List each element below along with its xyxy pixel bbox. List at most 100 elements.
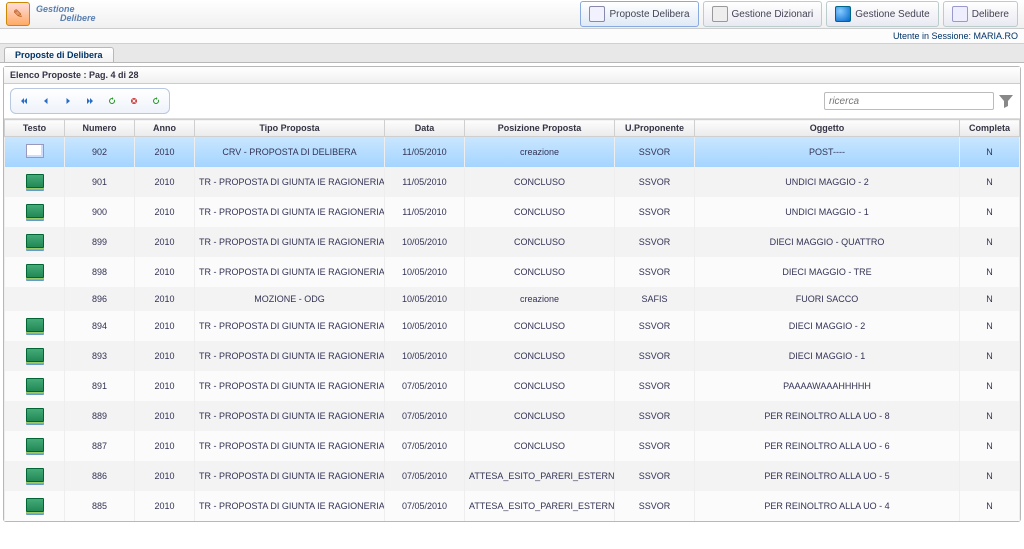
list-panel: Elenco Proposte : Pag. 4 di 28 Testo Num…: [3, 66, 1021, 522]
cell-numero: 887: [65, 431, 135, 461]
cell-oggetto: UNDICI MAGGIO - 2: [695, 167, 960, 197]
col-testo[interactable]: Testo: [5, 120, 65, 137]
cell-anno: 2010: [135, 167, 195, 197]
cell-posizione: creazione: [465, 287, 615, 311]
cell-completa: N: [960, 401, 1020, 431]
col-anno[interactable]: Anno: [135, 120, 195, 137]
cell-data: 11/05/2010: [385, 197, 465, 227]
cell-data: 07/05/2010: [385, 401, 465, 431]
refresh-button[interactable]: [102, 91, 122, 111]
book-stack-icon: [26, 204, 44, 218]
first-page-button[interactable]: [14, 91, 34, 111]
cell-anno: 2010: [135, 311, 195, 341]
cell-completa: N: [960, 197, 1020, 227]
nav-gestione-dizionari[interactable]: Gestione Dizionari: [703, 1, 823, 27]
col-proponente[interactable]: U.Proponente: [615, 120, 695, 137]
tab-strip: Proposte di Delibera: [0, 44, 1024, 63]
data-grid: Testo Numero Anno Tipo Proposta Data Pos…: [4, 119, 1020, 521]
table-row[interactable]: 8982010TR - PROPOSTA DI GIUNTA IE RAGION…: [5, 257, 1020, 287]
cell-tipo: TR - PROPOSTA DI GIUNTA IE RAGIONERIA: [195, 257, 385, 287]
cell-oggetto: UNDICI MAGGIO - 1: [695, 197, 960, 227]
cell-data: 11/05/2010: [385, 167, 465, 197]
cell-data: 10/05/2010: [385, 257, 465, 287]
table-row[interactable]: 8852010TR - PROPOSTA DI GIUNTA IE RAGION…: [5, 491, 1020, 521]
cell-testo: [5, 431, 65, 461]
cell-oggetto: DIECI MAGGIO - 1: [695, 341, 960, 371]
cell-numero: 891: [65, 371, 135, 401]
cell-anno: 2010: [135, 137, 195, 168]
cell-completa: N: [960, 287, 1020, 311]
tab-proposte[interactable]: Proposte di Delibera: [4, 47, 114, 62]
cell-anno: 2010: [135, 461, 195, 491]
cell-anno: 2010: [135, 431, 195, 461]
nav-proposte-delibera[interactable]: Proposte Delibera: [580, 1, 698, 27]
cell-numero: 893: [65, 341, 135, 371]
cell-proponente: SSVOR: [615, 167, 695, 197]
nav-delibere[interactable]: Delibere: [943, 1, 1018, 27]
nav-label: Gestione Dizionari: [732, 9, 814, 20]
cell-numero: 889: [65, 401, 135, 431]
table-row[interactable]: 8862010TR - PROPOSTA DI GIUNTA IE RAGION…: [5, 461, 1020, 491]
next-page-button[interactable]: [58, 91, 78, 111]
col-tipo[interactable]: Tipo Proposta: [195, 120, 385, 137]
cell-numero: 894: [65, 311, 135, 341]
cell-anno: 2010: [135, 341, 195, 371]
cell-posizione: CONCLUSO: [465, 371, 615, 401]
toolbar: [4, 84, 1020, 119]
cell-data: 07/05/2010: [385, 371, 465, 401]
last-page-button[interactable]: [80, 91, 100, 111]
cell-completa: N: [960, 167, 1020, 197]
app-title: Gestione Delibere: [36, 5, 96, 23]
cell-testo: [5, 167, 65, 197]
cell-testo: [5, 491, 65, 521]
cell-posizione: CONCLUSO: [465, 311, 615, 341]
cell-proponente: SSVOR: [615, 197, 695, 227]
table-row[interactable]: 9012010TR - PROPOSTA DI GIUNTA IE RAGION…: [5, 167, 1020, 197]
table-row[interactable]: 8962010MOZIONE - ODG10/05/2010creazioneS…: [5, 287, 1020, 311]
add-button[interactable]: [146, 91, 166, 111]
cell-tipo: TR - PROPOSTA DI GIUNTA IE RAGIONERIA: [195, 461, 385, 491]
document-icon: [589, 6, 605, 22]
col-numero[interactable]: Numero: [65, 120, 135, 137]
cell-tipo: CRV - PROPOSTA DI DELIBERA: [195, 137, 385, 168]
col-completa[interactable]: Completa: [960, 120, 1020, 137]
table-row[interactable]: 9022010CRV - PROPOSTA DI DELIBERA11/05/2…: [5, 137, 1020, 168]
table-row[interactable]: 8872010TR - PROPOSTA DI GIUNTA IE RAGION…: [5, 431, 1020, 461]
nav-label: Gestione Sedute: [855, 9, 930, 20]
nav-label: Delibere: [972, 9, 1009, 20]
table-row[interactable]: 8992010TR - PROPOSTA DI GIUNTA IE RAGION…: [5, 227, 1020, 257]
cell-tipo: TR - PROPOSTA DI GIUNTA IE RAGIONERIA: [195, 371, 385, 401]
prev-page-button[interactable]: [36, 91, 56, 111]
table-row[interactable]: 8932010TR - PROPOSTA DI GIUNTA IE RAGION…: [5, 341, 1020, 371]
table-row[interactable]: 8892010TR - PROPOSTA DI GIUNTA IE RAGION…: [5, 401, 1020, 431]
cell-tipo: TR - PROPOSTA DI GIUNTA IE RAGIONERIA: [195, 227, 385, 257]
cell-anno: 2010: [135, 227, 195, 257]
cell-oggetto: PAAAAWAAAHHHHH: [695, 371, 960, 401]
cell-numero: 901: [65, 167, 135, 197]
cell-posizione: ATTESA_ESITO_PARERI_ESTERNI: [465, 461, 615, 491]
cell-data: 07/05/2010: [385, 461, 465, 491]
book-stack-icon: [26, 264, 44, 278]
book-stack-icon: [26, 468, 44, 482]
cell-numero: 886: [65, 461, 135, 491]
search-input[interactable]: [824, 92, 994, 110]
table-row[interactable]: 9002010TR - PROPOSTA DI GIUNTA IE RAGION…: [5, 197, 1020, 227]
cell-anno: 2010: [135, 197, 195, 227]
cell-numero: 900: [65, 197, 135, 227]
cell-tipo: TR - PROPOSTA DI GIUNTA IE RAGIONERIA: [195, 401, 385, 431]
cell-testo: [5, 257, 65, 287]
table-row[interactable]: 8942010TR - PROPOSTA DI GIUNTA IE RAGION…: [5, 311, 1020, 341]
col-oggetto[interactable]: Oggetto: [695, 120, 960, 137]
delete-button[interactable]: [124, 91, 144, 111]
cell-testo: [5, 197, 65, 227]
cell-proponente: SSVOR: [615, 227, 695, 257]
cell-proponente: SSVOR: [615, 311, 695, 341]
cell-posizione: CONCLUSO: [465, 341, 615, 371]
nav-gestione-sedute[interactable]: Gestione Sedute: [826, 1, 939, 27]
table-row[interactable]: 8912010TR - PROPOSTA DI GIUNTA IE RAGION…: [5, 371, 1020, 401]
filter-icon[interactable]: [998, 93, 1014, 109]
cell-numero: 896: [65, 287, 135, 311]
cell-testo: [5, 341, 65, 371]
col-posizione[interactable]: Posizione Proposta: [465, 120, 615, 137]
col-data[interactable]: Data: [385, 120, 465, 137]
